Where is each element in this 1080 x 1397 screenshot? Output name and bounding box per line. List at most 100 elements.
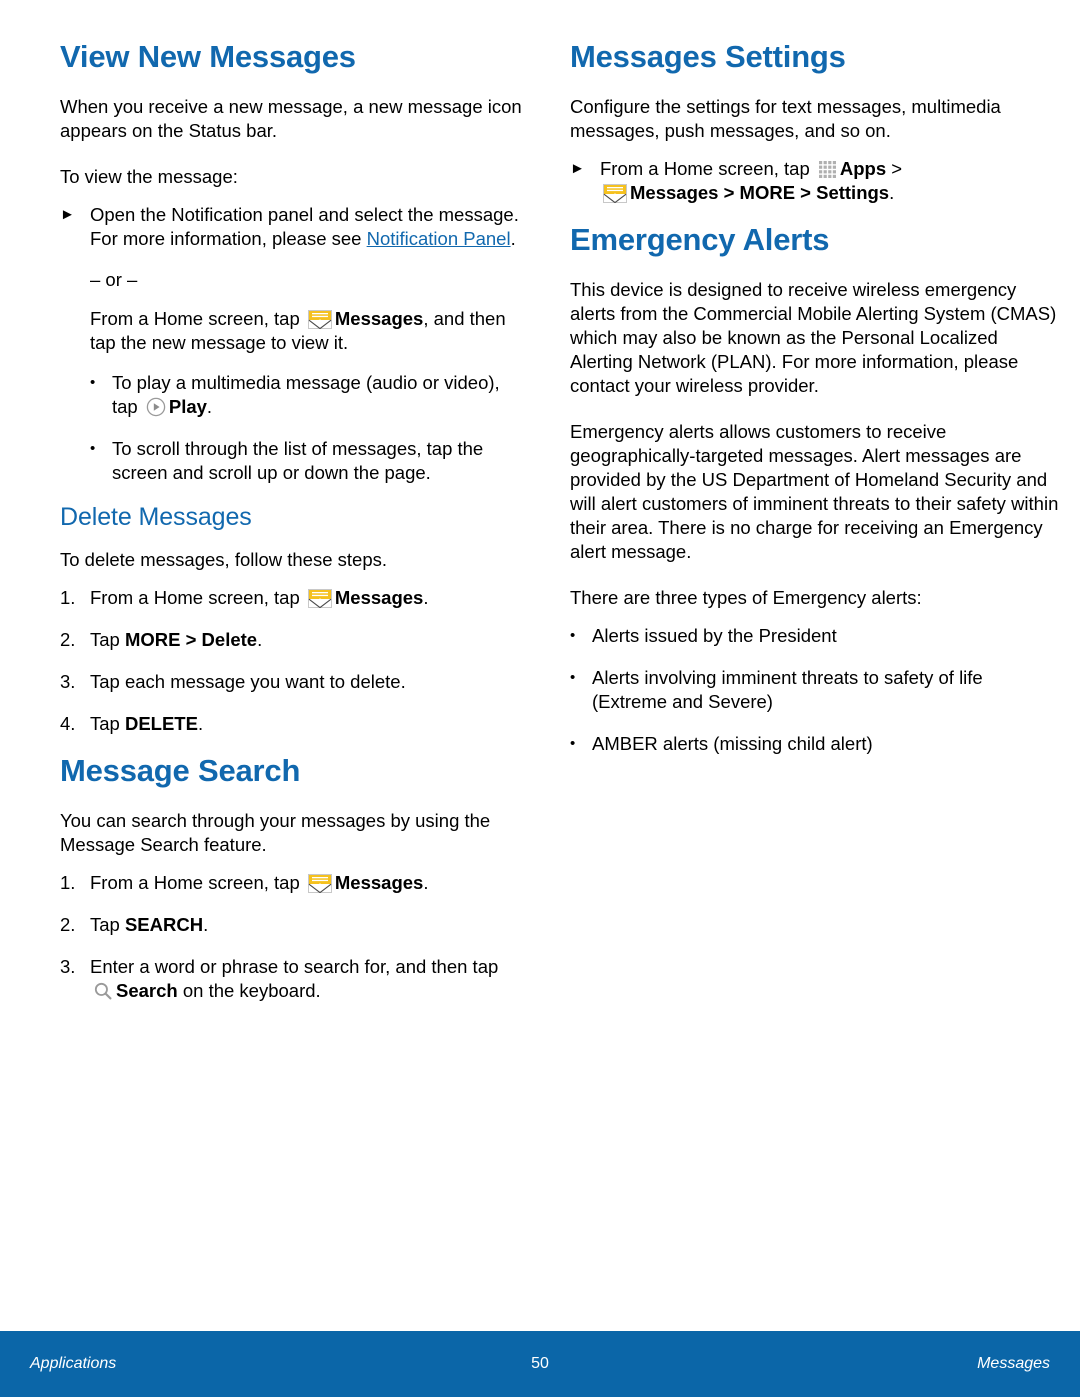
numbered-step: 1. From a Home screen, tap Messages. [60, 871, 526, 895]
footer-page-number: 50 [531, 1355, 549, 1372]
alt-instruction: From a Home screen, tap Messages, and th… [90, 307, 526, 355]
step-number: 3. [60, 956, 76, 978]
step-number: 1. [60, 587, 76, 609]
arrow-step-messages-settings: ► From a Home screen, tap Apps > Message… [570, 157, 1060, 205]
step-text-post: . [257, 629, 263, 651]
numbered-step: 4. Tap DELETE. [60, 712, 526, 736]
footer-chapter-label: Messages [977, 1355, 1051, 1372]
bullet-text: Alerts involving imminent threats to saf… [592, 667, 983, 713]
step-text: Tap MORE > Delete. [90, 628, 526, 652]
step-text: Tap SEARCH. [90, 913, 526, 937]
arrow-step-text: From a Home screen, tap Apps > Messages … [600, 157, 1060, 205]
step-text: From a Home screen, tap Messages. [90, 586, 526, 610]
numbered-step: 3. Tap each message you want to delete. [60, 670, 526, 694]
notification-panel-link[interactable]: Notification Panel [367, 228, 511, 249]
bullet-scroll-messages: • To scroll through the list of messages… [90, 437, 526, 485]
arrow-marker-icon: ► [570, 159, 585, 177]
messages-envelope-icon [307, 589, 332, 609]
step-text-after-link: . [510, 227, 516, 249]
arrow-marker-icon: ► [60, 205, 75, 223]
bullet-marker-icon: • [90, 374, 96, 392]
page-title-view-new-messages: View New Messages [60, 39, 356, 74]
bullet-marker-icon: • [570, 669, 576, 687]
step-text-bold: MORE > Delete [124, 629, 258, 651]
messages-settings-intro: Configure the settings for text messages… [570, 95, 1001, 141]
emergency-alerts-paragraph-2: Emergency alerts allows customers to rec… [570, 420, 1059, 563]
step-text-post: . [203, 914, 209, 936]
step-text-pre: From a Home screen, tap [600, 157, 815, 179]
step-text-bold: DELETE [124, 713, 198, 735]
page-title-emergency-alerts: Emergency Alerts [570, 221, 830, 257]
step-text: Tap each message you want to delete. [90, 671, 406, 693]
search-icon [93, 981, 113, 1001]
play-icon [146, 397, 166, 417]
step-text-mid: > [886, 157, 903, 179]
intro-paragraph: When you receive a new message, a new me… [60, 95, 522, 141]
emergency-alerts-types-lead-in: There are three types of Emergency alert… [570, 587, 922, 609]
apps-label: Apps [839, 157, 887, 179]
page-title-message-search: Message Search [60, 753, 301, 789]
bullet-play-multimedia: • To play a multimedia message (audio or… [90, 371, 526, 419]
bullet-marker-icon: • [570, 627, 576, 645]
messages-envelope-icon [307, 309, 332, 329]
sub-title-delete-messages: Delete Messages [60, 503, 252, 532]
bullet-text: AMBER alerts (missing child alert) [592, 733, 873, 755]
arrow-step-open-notification: ► Open the Notification panel and select… [60, 203, 526, 251]
step-text-post: . [197, 713, 204, 735]
step-text: Tap DELETE. [90, 712, 526, 736]
right-column: Messages Settings Configure the settings… [570, 39, 1060, 1320]
left-column: View New Messages When you receive a new… [60, 39, 526, 1320]
message-search-intro: You can search through your messages by … [60, 809, 491, 855]
bullet-text: Alerts issued by the President [592, 625, 837, 647]
arrow-step-text: Open the Notification panel and select t… [90, 203, 526, 251]
apps-grid-icon [818, 160, 837, 179]
step-text-bold: Messages [334, 872, 424, 894]
bullet-marker-icon: • [570, 735, 576, 753]
messages-envelope-icon [603, 183, 627, 203]
page-footer: Applications 50 Messages [0, 1331, 1080, 1397]
numbered-step: 2. Tap MORE > Delete. [60, 628, 526, 652]
step-text: Enter a word or phrase to search for, an… [90, 955, 526, 1003]
document-page: View New Messages When you receive a new… [0, 0, 1080, 1320]
bullet-text: To play a multimedia message (audio or v… [112, 371, 526, 419]
bullet-alert-president: • Alerts issued by the President [570, 624, 1060, 648]
step-number: 1. [60, 872, 76, 894]
page-title-messages-settings: Messages Settings [570, 39, 846, 74]
footer-section-label: Applications [30, 1355, 117, 1372]
bullet-text-post: . [206, 396, 213, 418]
step-number: 3. [60, 671, 76, 693]
bullet-text-bold: Play [168, 396, 207, 418]
bullet-text: To scroll through the list of messages, … [112, 438, 484, 484]
or-divider: – or – [90, 268, 138, 290]
messages-envelope-icon [307, 874, 332, 894]
step-text-bold: Messages [334, 587, 424, 609]
step-text-pre: From a Home screen, tap [90, 587, 305, 609]
step-text-pre: Tap [90, 914, 125, 936]
step-number: 2. [60, 914, 76, 936]
bullet-alert-amber: • AMBER alerts (missing child alert) [570, 732, 1060, 756]
bullet-marker-icon: • [90, 440, 96, 458]
numbered-step: 1. From a Home screen, tap Messages. [60, 586, 526, 610]
step-text-post: on the keyboard. [177, 980, 321, 1002]
step-number: 2. [60, 629, 76, 651]
alt-instruction-bold: Messages [334, 307, 424, 329]
alt-instruction-pre: From a Home screen, tap [90, 307, 305, 329]
step-text-post: . [423, 587, 429, 609]
emergency-alerts-paragraph-1: This device is designed to receive wirel… [570, 278, 1057, 396]
messages-path-label: Messages > MORE > Settings [630, 181, 890, 203]
step-text-post: . [889, 181, 895, 203]
step-text-pre: Tap [90, 629, 125, 651]
step-text-pre: Tap [90, 713, 125, 735]
lead-in-text: To view the message: [60, 165, 238, 187]
step-text-pre: Enter a word or phrase to search for, an… [90, 956, 499, 978]
delete-messages-intro: To delete messages, follow these steps. [60, 548, 388, 570]
step-text-pre: From a Home screen, tap [90, 872, 305, 894]
step-text-bold: Search [116, 980, 178, 1002]
numbered-step: 2. Tap SEARCH. [60, 913, 526, 937]
step-text: From a Home screen, tap Messages. [90, 871, 526, 895]
step-text-bold: SEARCH [124, 914, 204, 936]
bullet-alert-imminent-threats: • Alerts involving imminent threats to s… [570, 666, 1060, 714]
step-text-post: . [423, 872, 429, 894]
numbered-step: 3. Enter a word or phrase to search for,… [60, 955, 526, 1003]
step-number: 4. [60, 713, 76, 735]
